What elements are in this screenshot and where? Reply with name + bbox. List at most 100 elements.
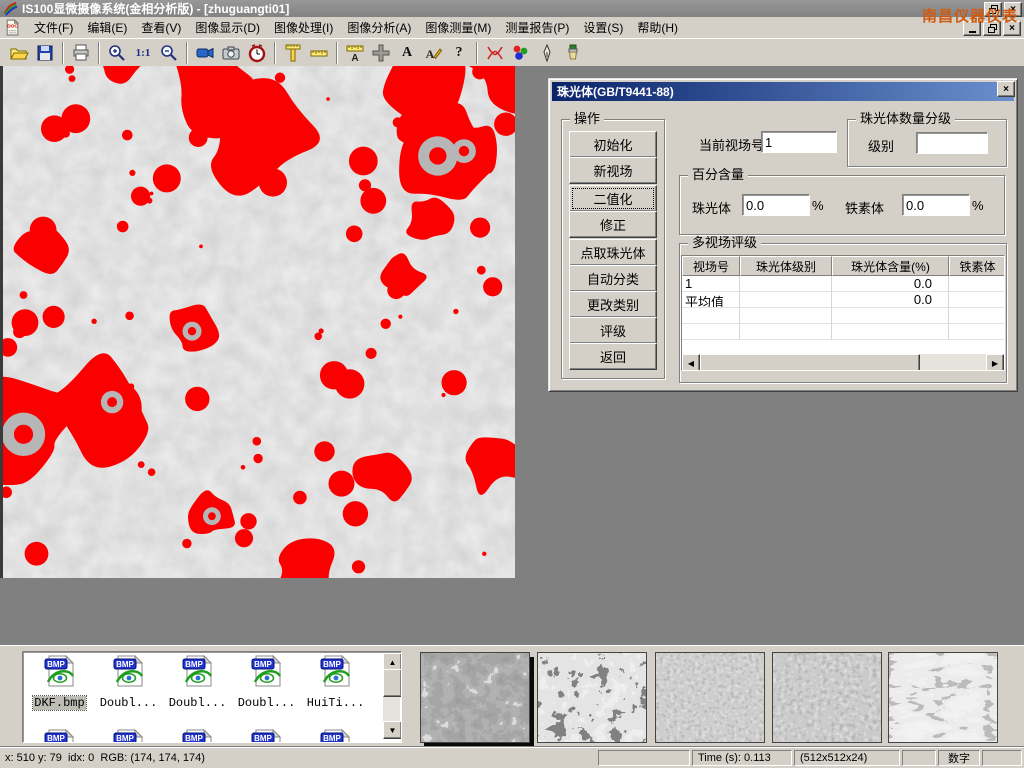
thumbnail-3[interactable] (655, 652, 765, 743)
help-button[interactable]: ? (446, 41, 472, 65)
menu-image-display[interactable]: 图像显示(D) (188, 17, 267, 38)
thumbnail-4[interactable] (772, 652, 882, 743)
pearlite-percent-input[interactable]: 0.0 (742, 194, 810, 216)
text-button[interactable]: A (394, 41, 420, 65)
col-ferrite[interactable]: 铁素体 (949, 256, 1005, 276)
save-button[interactable] (32, 41, 58, 65)
menu-settings[interactable]: 设置(S) (576, 17, 630, 38)
thumbnail-5[interactable] (888, 652, 998, 743)
probe-button[interactable] (534, 41, 560, 65)
file-item[interactable]: BMPDoubl... (163, 654, 232, 711)
rate-button[interactable]: 评级 (569, 317, 657, 344)
status-empty-panel (982, 750, 1022, 766)
file-item[interactable]: BMP (232, 728, 301, 743)
pick-pearlite-button[interactable]: 点取珠光体 (569, 239, 657, 266)
file-list-scrollbar[interactable]: ▲ ▼ (383, 653, 400, 739)
file-item[interactable]: BMP (94, 728, 163, 743)
ruler-button[interactable] (306, 41, 332, 65)
correct-button[interactable]: 修正 (569, 211, 657, 238)
caliper-icon (283, 43, 303, 63)
file-item[interactable]: BMP (25, 728, 94, 743)
zoom-out-button[interactable] (156, 41, 182, 65)
file-browser-panel: BMPDKF.bmpBMPDoubl...BMPDoubl...BMPDoubl… (0, 645, 1024, 747)
brush-button[interactable] (560, 41, 586, 65)
table-row[interactable]: 平均值 0.0 (682, 292, 1004, 308)
video-capture-button[interactable] (192, 41, 218, 65)
scroll-left-arrow-icon[interactable]: ◀ (682, 354, 700, 371)
actual-size-button[interactable]: 1:1 (130, 41, 156, 65)
table-horizontal-scrollbar[interactable]: ◀ ▶ (682, 354, 1004, 370)
new-field-button[interactable]: 新视场 (569, 157, 657, 184)
classify-button[interactable] (508, 41, 534, 65)
col-pearlite-grade[interactable]: 珠光体级别 (740, 256, 832, 276)
pearlite-label: 珠光体 (692, 198, 731, 217)
pan-button[interactable] (368, 41, 394, 65)
open-button[interactable] (6, 41, 32, 65)
zoom-in-icon (107, 43, 127, 63)
metallograph-image[interactable] (0, 66, 515, 578)
file-item[interactable]: BMPDKF.bmp (25, 654, 94, 711)
col-pearlite-content[interactable]: 珠光体含量(%) (832, 256, 949, 276)
dialog-title-bar[interactable]: 珠光体(GB/T9441-88) (552, 82, 1014, 101)
restore-button[interactable] (984, 2, 1002, 17)
caliper-button[interactable] (280, 41, 306, 65)
menu-image-measure[interactable]: 图像测量(M) (418, 17, 498, 38)
child-restore-button[interactable] (983, 21, 1001, 36)
ferrite-percent-input[interactable]: 0.0 (902, 194, 970, 216)
file-name: Doubl... (237, 696, 297, 710)
multifield-table[interactable]: 视场号 珠光体级别 珠光体含量(%) 铁素体 1 0.0 平均值 0.0 (681, 255, 1005, 371)
grading-group-label: 珠光体数量分级 (856, 112, 955, 126)
return-button[interactable]: 返回 (569, 343, 657, 370)
binarize-button[interactable]: 二值化 (569, 185, 657, 212)
file-list[interactable]: BMPDKF.bmpBMPDoubl...BMPDoubl...BMPDoubl… (22, 651, 402, 743)
scrollbar-thumb[interactable] (700, 354, 920, 371)
col-field-number[interactable]: 视场号 (682, 256, 740, 276)
cell-field: 平均值 (682, 292, 740, 308)
current-field-label: 当前视场号 (699, 135, 764, 154)
pearlite-dialog: 珠光体(GB/T9441-88) × 操作 初始化 新视场 二值化 修正 点取珠… (548, 78, 1018, 392)
scroll-down-arrow-icon[interactable]: ▼ (383, 721, 402, 739)
file-item[interactable]: BMP (163, 728, 232, 743)
child-minimize-button[interactable] (963, 21, 981, 36)
scroll-right-arrow-icon[interactable]: ▶ (986, 354, 1004, 371)
change-class-button[interactable]: 更改类别 (569, 291, 657, 318)
menu-edit[interactable]: 编辑(E) (80, 17, 134, 38)
menu-file[interactable]: 文件(F) (27, 17, 80, 38)
file-item[interactable]: BMPDoubl... (232, 654, 301, 711)
initialize-button[interactable]: 初始化 (569, 131, 657, 158)
print-button[interactable] (68, 41, 94, 65)
snapshot-button[interactable] (218, 41, 244, 65)
file-item[interactable]: BMPDoubl... (94, 654, 163, 711)
menu-help[interactable]: 帮助(H) (630, 17, 685, 38)
bmp-file-icon: BMP (181, 728, 215, 743)
scrollbar-thumb[interactable] (383, 669, 402, 697)
child-close-button[interactable]: × (1003, 21, 1021, 36)
menu-image-analysis[interactable]: 图像分析(A) (340, 17, 418, 38)
auto-classify-button[interactable]: 自动分类 (569, 265, 657, 292)
close-button[interactable]: × (1004, 2, 1022, 17)
file-item[interactable]: BMPHuiTi... (301, 654, 370, 711)
annotate-button[interactable]: A (420, 41, 446, 65)
zoom-in-button[interactable] (104, 41, 130, 65)
table-row[interactable]: 1 0.0 (682, 276, 1004, 292)
curve-tool-button[interactable] (482, 41, 508, 65)
timer-button[interactable] (244, 41, 270, 65)
file-item[interactable]: BMP (301, 728, 370, 743)
menu-view[interactable]: 查看(V) (134, 17, 188, 38)
menu-image-processing[interactable]: 图像处理(I) (267, 17, 340, 38)
workspace: 珠光体(GB/T9441-88) × 操作 初始化 新视场 二值化 修正 点取珠… (0, 66, 1024, 645)
status-bar: x: 510 y: 79 idx: 0 RGB: (174, 174, 174)… (0, 747, 1024, 768)
menu-measure-report[interactable]: 测量报告(P) (498, 17, 576, 38)
dialog-close-button[interactable]: × (997, 81, 1015, 97)
svg-text:BMP: BMP (323, 660, 341, 669)
thumbnail-1[interactable] (420, 652, 530, 743)
cursor-position-readout: x: 510 y: 79 idx: 0 RGB: (174, 174, 174) (2, 752, 596, 764)
status-image-size: (512x512x24) (794, 750, 900, 766)
thumbnail-2[interactable] (537, 652, 647, 743)
file-name: DKF.bmp (33, 696, 85, 710)
level-input[interactable] (916, 132, 988, 154)
cell-content: 0.0 (832, 292, 949, 308)
scrollbar-track[interactable] (920, 354, 986, 370)
current-field-input[interactable]: 1 (761, 131, 837, 153)
measure-text-button[interactable]: A (342, 41, 368, 65)
